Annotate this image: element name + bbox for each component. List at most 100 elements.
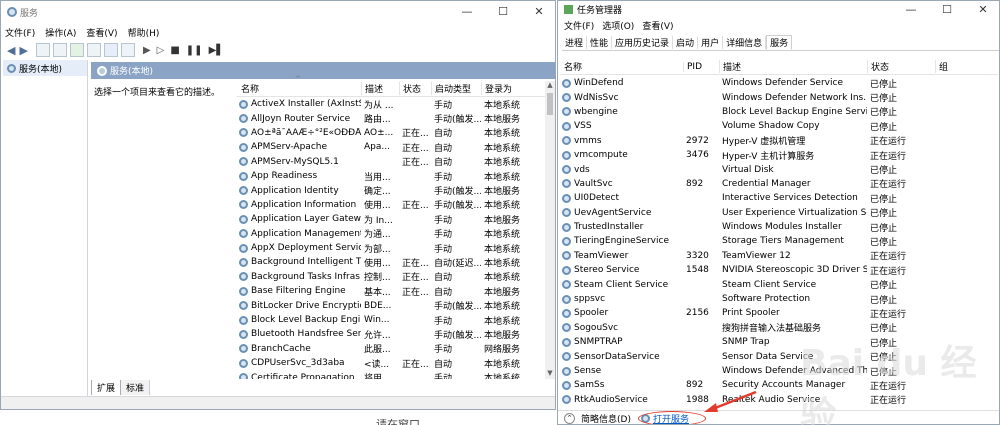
services-scrollbar[interactable]: ▲ ▼ <box>545 81 555 379</box>
table-row[interactable]: Application Identity 确定... 手动(触发... 本地服务 <box>237 183 545 197</box>
tm-service-description: Software Protection <box>722 294 811 305</box>
list-item[interactable]: VSS Volume Shadow Copy 已停止 <box>560 119 998 133</box>
view-icon[interactable] <box>120 43 135 57</box>
table-row[interactable]: BitLocker Drive Encryptio...BDE... 手动(触发.… <box>237 298 545 312</box>
restart-service-icon[interactable]: ▶▌ <box>209 45 224 56</box>
tree-item-services-local[interactable]: 服务(本地) <box>3 60 87 76</box>
menu-action[interactable]: 操作(A) <box>45 26 76 39</box>
tm-column-pid[interactable]: PID <box>683 61 719 72</box>
minimize-button[interactable]: — <box>449 1 485 21</box>
column-name[interactable]: 名称 <box>237 82 361 95</box>
list-item[interactable]: UI0Detect Interactive Services Detection 已… <box>560 191 998 205</box>
column-startup-type[interactable]: 启动类型 <box>431 82 481 95</box>
taskmgr-maximize-button[interactable]: ☐ <box>929 1 965 17</box>
stop-service-icon[interactable]: ■ <box>170 45 179 56</box>
service-logon: 本地系统 <box>484 172 521 183</box>
table-row[interactable]: Background Intelligent T... 使用... 正在... 自动(… <box>237 255 545 269</box>
scroll-thumb[interactable] <box>547 93 553 115</box>
tm-service-description: Credential Manager <box>722 178 811 189</box>
table-row[interactable]: CDPUserSvc_3d3aba <读... 正在... 自动 本地系统 <box>237 356 545 370</box>
tm-service-name: SogouSvc <box>560 323 683 333</box>
taskmgr-menu-options[interactable]: 选项(O) <box>602 19 634 32</box>
tm-column-group[interactable]: 组 <box>935 60 986 73</box>
scroll-down-icon[interactable]: ▼ <box>545 369 555 379</box>
tab-standard[interactable]: 标准 <box>121 380 151 395</box>
close-button[interactable]: ✕ <box>521 1 555 21</box>
service-name-text: Application Identity <box>251 185 339 196</box>
list-item[interactable]: sppsvc Software Protection 已停止 <box>560 292 998 306</box>
list-item[interactable]: VaultSvc 892 Credential Manager 正在运行 <box>560 177 998 191</box>
maximize-button[interactable]: ☐ <box>485 1 521 21</box>
table-row[interactable]: BranchCache 此服... 手动 网络服务 <box>237 342 545 356</box>
scroll-up-icon[interactable]: ▲ <box>545 81 555 91</box>
list-item[interactable]: vds Virtual Disk 已停止 <box>560 162 998 176</box>
list-item[interactable]: wbengine Block Level Backup Engine Servic… <box>560 105 998 119</box>
table-row[interactable]: Block Level Backup Engi... Win... 手动 本地系统 <box>237 313 545 327</box>
tab-performance[interactable]: 性能 <box>587 36 613 49</box>
start-service-alt-icon[interactable]: ▷ <box>157 45 165 56</box>
list-item[interactable]: Spooler 2156 Print Spooler 正在运行 <box>560 306 998 320</box>
taskmgr-minimize-button[interactable]: — <box>893 1 929 17</box>
tab-processes[interactable]: 进程 <box>562 36 588 49</box>
list-item[interactable]: UevAgentService User Experience Virtualiz… <box>560 206 998 220</box>
list-item[interactable]: Stereo Service 1548 NVIDIA Stereoscopic 3D… <box>560 263 998 277</box>
table-row[interactable]: Certificate Propagation 将用... 手动本地系统 <box>237 370 545 379</box>
list-item[interactable]: vmms 2972 Hyper-V 虚拟机管理 正在运行 <box>560 134 998 148</box>
start-service-icon[interactable]: ▶ <box>143 45 151 56</box>
properties-icon[interactable] <box>52 43 67 57</box>
forward-icon[interactable]: ▶ <box>19 44 27 57</box>
table-row[interactable]: Application Management 为通... 手动 本地系统 <box>237 227 545 241</box>
table-row[interactable]: Base Filtering Engine 基本... 正在... 自动 本地服务 <box>237 284 545 298</box>
table-row[interactable]: Application Layer Gatewa...为 In... 手动 本地服务 <box>237 212 545 226</box>
tm-column-description[interactable]: 描述 <box>719 60 867 73</box>
table-row[interactable]: ActiveX Installer (AxInstSV)为从 ... 手动 本地系统 <box>237 97 545 111</box>
list-item[interactable]: SogouSvc 搜狗拼音输入法基础服务 已停止 <box>560 321 998 335</box>
list-item[interactable]: WdNisSvc Windows Defender Network Ins... 已… <box>560 90 998 104</box>
tab-details[interactable]: 详细信息 <box>723 36 767 49</box>
menu-view[interactable]: 查看(V) <box>86 26 117 39</box>
table-row[interactable]: Application Information 使用... 正在... 手动(触发..… <box>237 198 545 212</box>
back-icon[interactable]: ◀ <box>7 44 15 57</box>
table-row[interactable]: ÁÓ±ªã¯ÃÄÆ÷°²È«ÕÐÐÅ ÁÓ±... 正在... 自动 本地系统 <box>237 126 545 140</box>
fewer-details-link[interactable]: 简略信息(D) <box>581 412 631 424</box>
tm-service-pid: 2972 <box>686 135 709 146</box>
help-icon[interactable] <box>103 43 118 57</box>
table-row[interactable]: APMServ-Apache Apa... 正在... 自动 本地系统 <box>237 140 545 154</box>
list-item[interactable]: vmcompute 3476 Hyper-V 主机计算服务 正在运行 <box>560 148 998 162</box>
export-icon[interactable] <box>86 43 101 57</box>
tab-startup[interactable]: 启动 <box>673 36 699 49</box>
column-description[interactable]: 描述 <box>361 82 399 95</box>
show-tree-icon[interactable] <box>35 43 50 57</box>
menu-help[interactable]: 帮助(H) <box>128 26 160 39</box>
tab-users[interactable]: 用户 <box>698 36 724 49</box>
list-item[interactable]: TeamViewer 3320 TeamViewer 12 正在运行 <box>560 249 998 263</box>
table-row[interactable]: AllJoyn Router Service 路由... 手动(触发... 本地服务 <box>237 111 545 125</box>
menu-file[interactable]: 文件(F) <box>5 26 35 39</box>
table-row[interactable]: Background Tasks Infras... 控制... 正在... 自动 本地… <box>237 270 545 284</box>
service-startup-type: 手动 <box>434 100 453 111</box>
list-item[interactable]: Steam Client Service Steam Client Service… <box>560 277 998 291</box>
tab-services[interactable]: 服务 <box>766 35 793 50</box>
table-row[interactable]: Bluetooth Handsfree Serv...允许... 手动(触发...… <box>237 327 545 341</box>
taskmgr-menu-file[interactable]: 文件(F) <box>564 19 594 32</box>
list-item[interactable]: TrustedInstaller Windows Modules Installe… <box>560 220 998 234</box>
service-name: Application Information <box>237 200 361 210</box>
refresh-icon[interactable] <box>69 43 84 57</box>
column-status[interactable]: 状态 <box>399 82 431 95</box>
services-list: ActiveX Installer (AxInstSV)为从 ...手动本地系统… <box>237 97 545 379</box>
tab-extended[interactable]: 扩展 <box>91 380 122 395</box>
tm-column-name[interactable]: 名称 <box>560 60 683 73</box>
pause-service-icon[interactable]: ❚❚ <box>186 45 203 56</box>
tab-app-history[interactable]: 应用历史记录 <box>612 36 674 49</box>
tm-service-name-text: Sense <box>574 366 602 376</box>
tm-column-status[interactable]: 状态 <box>867 60 935 73</box>
table-row[interactable]: App Readiness 当用... 手动 本地系统 <box>237 169 545 183</box>
list-item[interactable]: WinDefend Windows Defender Service 已停止 <box>560 76 998 90</box>
table-row[interactable]: APMServ-MySQL5.1 正在... 自动 本地系统 <box>237 155 545 169</box>
collapse-icon[interactable]: ⌃ <box>564 413 575 424</box>
column-logon-as[interactable]: 登录为 <box>481 82 545 95</box>
taskmgr-menu-view[interactable]: 查看(V) <box>642 19 673 32</box>
list-item[interactable]: TieringEngineService Storage Tiers Manage… <box>560 234 998 248</box>
taskmgr-close-button[interactable]: ✕ <box>965 1 999 17</box>
table-row[interactable]: AppX Deployment Servic... 为部... 手动 本地系统 <box>237 241 545 255</box>
